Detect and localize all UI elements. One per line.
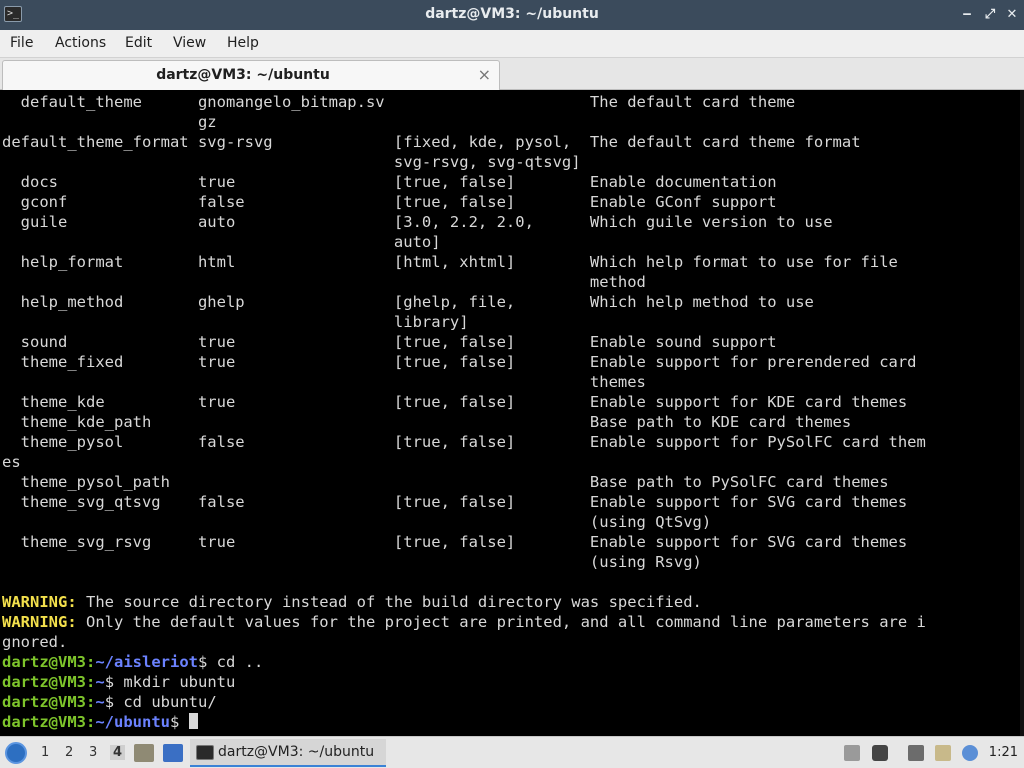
terminal-icon (196, 745, 214, 760)
text-cursor (188, 713, 198, 729)
tab-terminal[interactable]: dartz@VM3: ~/ubuntu × (2, 60, 500, 90)
prompt-user: dartz@VM3 (2, 653, 86, 671)
minimize-button[interactable]: ‒ (958, 6, 976, 24)
clock: 1:21 (988, 745, 1018, 760)
terminal-line: (using QtSvg) (2, 513, 712, 531)
window-title: dartz@VM3: ~/ubuntu (425, 6, 599, 22)
menu-bar: File Actions Edit View Help (0, 30, 1024, 58)
file-manager-icon[interactable] (134, 744, 154, 762)
terminal-line: svg-rsvg, svg-qtsvg] (2, 153, 581, 171)
workspace-2[interactable]: 2 (65, 745, 73, 760)
tab-bar: dartz@VM3: ~/ubuntu × (0, 58, 1024, 90)
workspace-1[interactable]: 1 (41, 745, 49, 760)
menu-help[interactable]: Help (227, 35, 259, 51)
prompt-separator: : (86, 653, 96, 671)
prompt-command: $ mkdir ubuntu (104, 673, 236, 691)
terminal-line: gz (2, 113, 217, 131)
close-button[interactable]: ✕ (1003, 6, 1021, 24)
warning-text: The source directory instead of the buil… (76, 593, 702, 611)
menu-file[interactable]: File (10, 35, 33, 51)
tab-label: dartz@VM3: ~/ubuntu (156, 67, 330, 83)
task-label: dartz@VM3: ~/ubuntu (218, 744, 375, 760)
show-desktop-icon[interactable] (163, 744, 183, 762)
prompt-command: $ cd ubuntu/ (104, 693, 217, 711)
prompt-separator: : (86, 673, 96, 691)
prompt-separator: : (86, 693, 96, 711)
tab-close-icon[interactable]: × (478, 65, 491, 84)
terminal-line: help_method ghelp [ghelp, file, Which he… (2, 293, 814, 311)
taskbar: 1 2 3 4 dartz@VM3: ~/ubuntu 1:21 (0, 736, 1024, 768)
taskbar-task-terminal[interactable]: dartz@VM3: ~/ubuntu (190, 739, 386, 767)
terminal-line: help_format html [html, xhtml] Which hel… (2, 253, 898, 271)
prompt-user: dartz@VM3 (2, 713, 86, 731)
network-icon[interactable] (908, 745, 924, 761)
terminal-line: gnored. (2, 633, 68, 651)
window-titlebar[interactable]: >_ dartz@VM3: ~/ubuntu ‒ ⤢ ✕ (0, 0, 1024, 30)
terminal-line: docs true [true, false] Enable documenta… (2, 173, 777, 191)
menu-edit[interactable]: Edit (125, 35, 152, 51)
terminal-scrollbar[interactable] (1020, 90, 1024, 736)
clipboard-icon[interactable] (935, 745, 951, 761)
terminal-line: theme_svg_rsvg true [true, false] Enable… (2, 533, 908, 551)
terminal-line: theme_fixed true [true, false] Enable su… (2, 353, 917, 371)
prompt-path: ~/ubuntu (95, 713, 170, 731)
terminal-line: sound true [true, false] Enable sound su… (2, 333, 777, 351)
start-menu-icon[interactable] (5, 742, 27, 764)
prompt-line: dartz@VM3:~/aisleriot$ cd .. (2, 652, 263, 672)
terminal-line: method (2, 273, 646, 291)
prompt-line: dartz@VM3:~/ubuntu$ (2, 712, 198, 732)
prompt-path: ~ (95, 673, 105, 691)
terminal-line: themes (2, 373, 646, 391)
workspace-3[interactable]: 3 (89, 745, 97, 760)
terminal-line: theme_pysol_path Base path to PySolFC ca… (2, 473, 889, 491)
terminal-line: (using Rsvg) (2, 553, 702, 571)
terminal-line: theme_svg_qtsvg false [true, false] Enab… (2, 493, 908, 511)
prompt-user: dartz@VM3 (2, 673, 86, 691)
menu-actions[interactable]: Actions (55, 35, 106, 51)
volume-icon[interactable] (872, 745, 888, 761)
warning-tag: WARNING: (2, 613, 77, 631)
warning-line: WARNING: Only the default values for the… (2, 612, 926, 632)
prompt-line: dartz@VM3:~$ mkdir ubuntu (2, 672, 235, 692)
warning-text: Only the default values for the project … (76, 613, 926, 631)
workspace-4[interactable]: 4 (110, 745, 126, 760)
prompt-line: dartz@VM3:~$ cd ubuntu/ (2, 692, 217, 712)
terminal-line: theme_pysol false [true, false] Enable s… (2, 433, 926, 451)
terminal-line: library] (2, 313, 469, 331)
menu-view[interactable]: View (173, 35, 206, 51)
prompt-path: ~/aisleriot (95, 653, 198, 671)
prompt-separator: : (86, 713, 96, 731)
eject-icon[interactable] (844, 745, 860, 761)
terminal-output[interactable]: default_theme gnomangelo_bitmap.sv The d… (0, 90, 1024, 736)
prompt-command: $ (170, 713, 189, 731)
terminal-line: gconf false [true, false] Enable GConf s… (2, 193, 777, 211)
maximize-button[interactable]: ⤢ (981, 6, 999, 24)
updates-icon[interactable] (962, 745, 978, 761)
terminal-line: es (2, 453, 21, 471)
terminal-line: default_theme_format svg-rsvg [fixed, kd… (2, 133, 861, 151)
prompt-command: $ cd .. (198, 653, 264, 671)
terminal-line: auto] (2, 233, 441, 251)
warning-line: WARNING: The source directory instead of… (2, 592, 702, 612)
terminal-line: guile auto [3.0, 2.2, 2.0, Which guile v… (2, 213, 833, 231)
terminal-line: theme_kde_path Base path to KDE card the… (2, 413, 852, 431)
warning-tag: WARNING: (2, 593, 77, 611)
terminal-line: theme_kde true [true, false] Enable supp… (2, 393, 908, 411)
terminal-line: default_theme gnomangelo_bitmap.sv The d… (2, 93, 796, 111)
prompt-user: dartz@VM3 (2, 693, 86, 711)
prompt-path: ~ (95, 693, 105, 711)
